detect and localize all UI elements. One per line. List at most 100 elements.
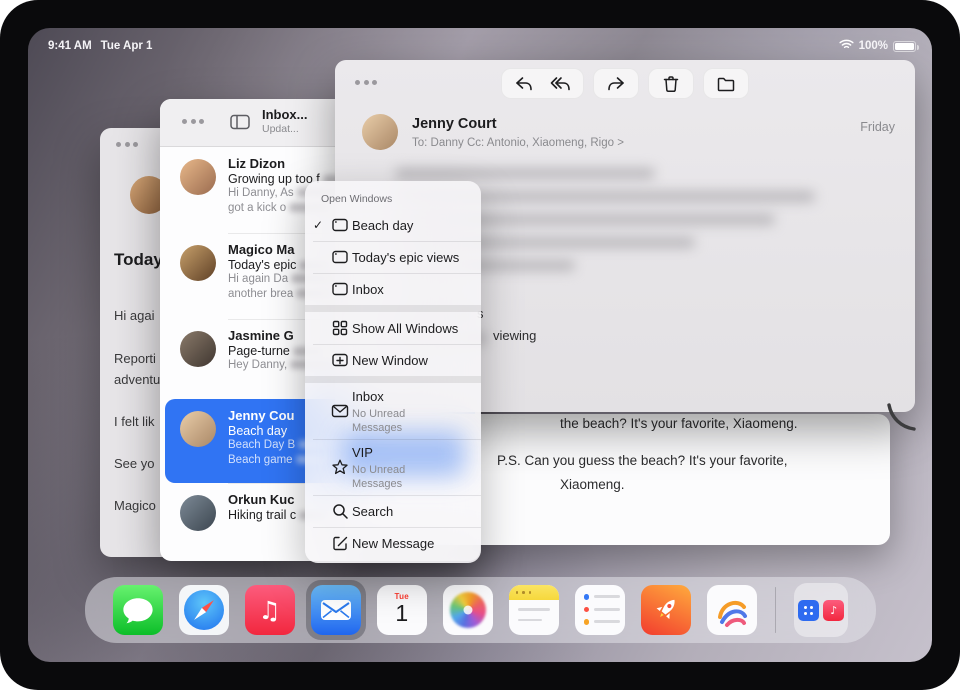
- body-line: Reporti: [114, 351, 156, 366]
- menu-separator: [305, 305, 481, 312]
- menu-item-new-window[interactable]: New Window: [305, 344, 481, 376]
- subject: Page-turne: [228, 344, 290, 358]
- dock-divider: [775, 587, 777, 633]
- dock-music-icon[interactable]: ♫: [245, 585, 295, 635]
- subject: Hiking trail c: [228, 508, 296, 522]
- grid-icon: [328, 320, 352, 336]
- dock-safari-icon[interactable]: [179, 585, 229, 635]
- window-resize-handle[interactable]: [886, 402, 916, 437]
- menu-header: Open Windows: [305, 181, 481, 209]
- window-controls-icon[interactable]: [355, 80, 377, 85]
- menu-item-label: Beach day: [352, 218, 413, 233]
- ipad-device: 9:41 AM Tue Apr 1 100% Today Hi agai Rep…: [0, 0, 960, 690]
- window-controls-icon[interactable]: [116, 142, 138, 147]
- window-icon: [328, 280, 352, 298]
- folder-button[interactable]: [716, 74, 736, 94]
- reply-all-button[interactable]: [550, 74, 571, 94]
- message-toolbar: [501, 68, 749, 99]
- menu-item-sublabel: No Unread Messages: [352, 407, 452, 436]
- new-window-icon: [328, 351, 352, 369]
- dock-rocket-icon[interactable]: [641, 585, 691, 635]
- dock-calendar-icon[interactable]: Tue 1: [377, 585, 427, 635]
- blurred-text: [395, 168, 655, 179]
- menu-item-todays-epic-views[interactable]: Today's epic views: [305, 241, 481, 273]
- open-windows-menu: Open Windows ✓ Beach day Today's epic vi…: [305, 181, 481, 563]
- menu-item-inbox[interactable]: Inbox No Unread Messages: [305, 383, 481, 439]
- preview-line: Hi again Da: [228, 273, 288, 285]
- menu-item-label: Today's epic views: [352, 250, 459, 265]
- menu-item-label: New Window: [352, 353, 428, 368]
- body-line: adventu: [114, 372, 160, 387]
- inbox-subtitle: Updat...: [262, 123, 308, 136]
- menu-item-label: Inbox: [352, 389, 384, 404]
- dock: ♫ Tue 1: [85, 577, 876, 643]
- menu-item-label: Search: [352, 504, 393, 519]
- menu-item-label: New Message: [352, 536, 434, 551]
- menu-item-label: Show All Windows: [352, 321, 458, 336]
- menu-item-sublabel: No Unread Messages: [352, 463, 452, 492]
- forward-button[interactable]: [606, 74, 626, 94]
- screen: 9:41 AM Tue Apr 1 100% Today Hi agai Rep…: [28, 28, 932, 662]
- window-icon: [328, 248, 352, 266]
- avatar: [180, 495, 216, 531]
- dock-photos-icon[interactable]: [443, 585, 493, 635]
- recipients-line[interactable]: To: Danny Cc: Antonio, Xiaomeng, Rigo >: [412, 137, 624, 149]
- message-text: viewing: [493, 328, 536, 343]
- status-bar: 9:41 AM Tue Apr 1 100%: [28, 28, 932, 58]
- mini-app-icon: ♪: [823, 600, 844, 621]
- sidebar-toggle-icon[interactable]: [230, 114, 250, 135]
- dock-reminders-icon[interactable]: [575, 585, 625, 635]
- wifi-icon: [839, 39, 854, 53]
- preview-line: Beach Day B: [228, 439, 295, 451]
- music-note-icon: ♫: [259, 596, 281, 625]
- inbox-title: Inbox...: [262, 107, 308, 123]
- menu-item-new-message[interactable]: New Message: [305, 527, 481, 559]
- envelope-icon: [328, 402, 352, 420]
- menu-item-vip[interactable]: VIP No Unread Messages: [305, 439, 481, 495]
- dock-drawing-icon[interactable]: [707, 585, 757, 635]
- dock-mail-icon[interactable]: [311, 585, 361, 635]
- avatar: [180, 245, 216, 281]
- subject: Today's epic: [228, 258, 296, 272]
- dock-mail-slot: [311, 585, 361, 635]
- avatar: [362, 114, 398, 150]
- message-text: P.S. Can you guess the beach? It's your …: [497, 453, 788, 468]
- battery-percent: 100%: [859, 40, 888, 52]
- menu-item-search[interactable]: Search: [305, 495, 481, 527]
- subject: Growing up too f: [228, 172, 320, 186]
- dock-messages-icon[interactable]: [113, 585, 163, 635]
- preview-line: another brea: [228, 288, 293, 300]
- notes-header-band: [509, 585, 559, 600]
- message-text: the beach? It's your favorite, Xiaomeng.: [560, 416, 797, 431]
- avatar: [180, 159, 216, 195]
- star-icon: [328, 458, 352, 476]
- menu-item-label: Inbox: [352, 282, 384, 297]
- preview-line: Hey Danny,: [228, 359, 287, 371]
- dock-app-library-icon[interactable]: ♪: [794, 583, 848, 637]
- menu-item-beach-day[interactable]: ✓ Beach day: [305, 209, 481, 241]
- dock-notes-icon[interactable]: [509, 585, 559, 635]
- body-line: See yo: [114, 456, 154, 471]
- window-controls-icon[interactable]: [182, 119, 204, 124]
- menu-item-inbox-window[interactable]: Inbox: [305, 273, 481, 305]
- menu-separator: [305, 376, 481, 383]
- status-date: Tue Apr 1: [101, 40, 153, 52]
- body-line: Magico: [114, 498, 156, 513]
- reply-button[interactable]: [514, 74, 534, 94]
- sender-name: Jenny Court: [412, 116, 497, 132]
- preview-line: Beach game: [228, 454, 293, 466]
- preview-line: Hi Danny, As: [228, 187, 294, 199]
- body-line: Hi agai: [114, 308, 154, 323]
- trash-button[interactable]: [661, 74, 681, 94]
- compose-icon: [328, 534, 352, 552]
- mini-app-icon: [798, 600, 819, 621]
- menu-item-show-all-windows[interactable]: Show All Windows: [305, 312, 481, 344]
- menu-item-label: VIP: [352, 445, 373, 460]
- checkmark-icon: ✓: [313, 218, 328, 232]
- battery-icon: [893, 41, 916, 52]
- avatar: [180, 411, 216, 447]
- preview-line: got a kick o: [228, 202, 286, 214]
- search-icon: [328, 503, 352, 520]
- body-line: I felt lik: [114, 414, 154, 429]
- message-heading: Today: [114, 250, 163, 270]
